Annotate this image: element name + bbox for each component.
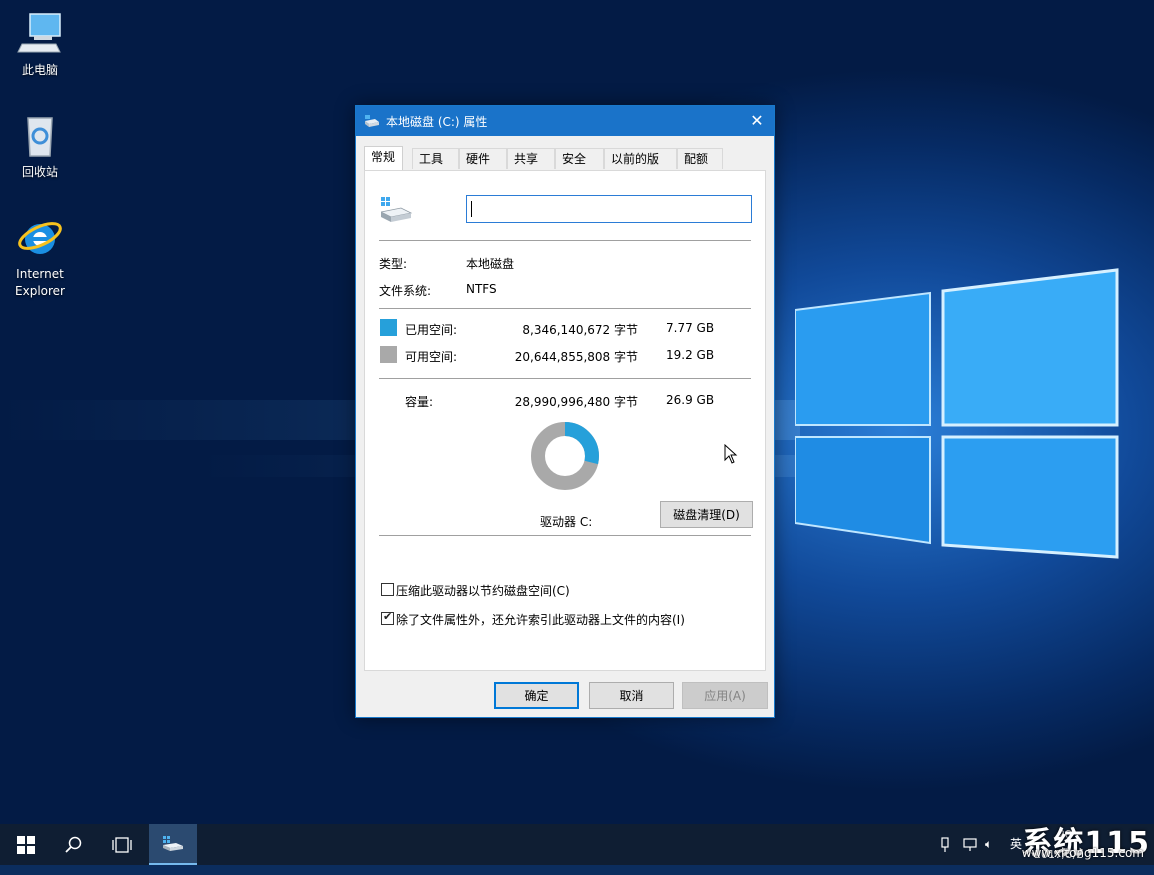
usb-icon: [941, 836, 949, 852]
search-button[interactable]: [50, 824, 98, 865]
tab-sharing[interactable]: 共享: [507, 148, 555, 169]
filesystem-label: 文件系统:: [379, 284, 432, 298]
drive-icon: [365, 115, 379, 127]
drive-icon: [163, 836, 183, 851]
desktop-icon-recycle-bin[interactable]: 回收站: [2, 112, 78, 181]
checkmark-icon: ✔: [383, 610, 393, 623]
tab-security[interactable]: 安全: [555, 148, 604, 169]
desktop-icon-label: Internet Explorer: [15, 267, 65, 298]
usb-tray-icon[interactable]: [940, 824, 954, 865]
volume-tray-icon[interactable]: 🔈︎: [985, 824, 1003, 865]
general-tab-panel: 类型: 本地磁盘 文件系统: NTFS 已用空间: 8,346,140,672 …: [364, 170, 766, 671]
divider: [379, 378, 751, 380]
usage-donut-chart: [531, 422, 599, 490]
desktop-icon-label: 回收站: [21, 165, 58, 179]
divider: [379, 308, 751, 310]
tab-hardware[interactable]: 硬件: [459, 148, 507, 169]
windows-start-icon: [17, 836, 35, 854]
used-space-bytes: 8,346,140,672 字节: [522, 323, 638, 337]
capacity-label: 容量:: [405, 395, 434, 409]
index-checkbox[interactable]: ✔: [381, 610, 394, 625]
search-icon: [65, 836, 82, 853]
taskbar-item-drive-properties[interactable]: [149, 824, 197, 865]
cancel-button[interactable]: 取消: [589, 682, 674, 709]
volume-icon: 🔈︎: [985, 837, 993, 851]
dialog-title: 本地磁盘 (C:) 属性: [386, 115, 488, 129]
free-space-label: 可用空间:: [405, 350, 458, 364]
internet-explorer-icon: [18, 222, 62, 254]
computer-icon: [17, 13, 61, 53]
start-button[interactable]: [2, 824, 50, 865]
tab-previous-versions[interactable]: 以前的版本: [604, 148, 677, 186]
mouse-cursor-icon: [724, 444, 738, 464]
desktop-icon-label: 此电脑: [21, 63, 58, 77]
desktop-icon-this-pc[interactable]: 此电脑: [2, 10, 78, 79]
tab-tools[interactable]: 工具: [412, 148, 459, 169]
capacity-size: 26.9 GB: [666, 393, 715, 407]
disk-cleanup-button[interactable]: 磁盘清理(D): [660, 501, 753, 528]
free-space-size: 19.2 GB: [666, 348, 715, 362]
task-view-button[interactable]: [98, 824, 146, 865]
network-tray-icon[interactable]: [962, 824, 980, 865]
dialog-titlebar[interactable]: 本地磁盘 (C:) 属性 ✕: [356, 106, 774, 136]
drive-name-input[interactable]: [466, 195, 752, 223]
compress-checkbox-label: 压缩此驱动器以节约磁盘空间(C): [396, 584, 570, 598]
recycle-bin-icon: [27, 117, 53, 157]
windows-logo-icon: [795, 268, 1119, 559]
capacity-bytes: 28,990,996,480 字节: [514, 395, 638, 409]
free-space-swatch: [380, 346, 397, 363]
type-value: 本地磁盘: [466, 257, 515, 271]
free-space-bytes: 20,644,855,808 字节: [514, 350, 638, 364]
used-space-swatch: [380, 319, 397, 336]
text-caret: [471, 201, 472, 217]
tab-quota[interactable]: 配额: [677, 148, 723, 169]
site-watermark-url: www.xitong115.com: [1021, 846, 1144, 860]
ok-button[interactable]: 确定: [494, 682, 579, 709]
close-button[interactable]: ✕: [740, 106, 774, 136]
taskbar: 🔈︎ 英 28 2017/5/2: [0, 824, 1154, 865]
apply-button[interactable]: 应用(A): [682, 682, 768, 709]
divider: [379, 535, 751, 537]
close-icon: ✕: [750, 111, 764, 130]
used-space-size: 7.77 GB: [666, 321, 715, 335]
drive-letter-label: 驱动器 C:: [540, 515, 593, 529]
compress-checkbox[interactable]: [381, 583, 394, 596]
drive-properties-dialog: 本地磁盘 (C:) 属性 ✕ 常规 工具 硬件 共享 安全 以前的版本 配额 类…: [355, 105, 775, 718]
desktop-icon-internet-explorer[interactable]: Internet Explorer: [2, 214, 78, 300]
filesystem-value: NTFS: [466, 282, 497, 296]
drive-large-icon: [381, 197, 413, 222]
network-icon: [963, 837, 977, 851]
used-space-label: 已用空间:: [405, 323, 458, 337]
type-label: 类型:: [379, 257, 408, 271]
task-view-icon: [112, 837, 132, 853]
tab-general[interactable]: 常规: [364, 146, 403, 170]
index-checkbox-label: 除了文件属性外，还允许索引此驱动器上文件的内容(I): [396, 613, 685, 627]
divider: [379, 240, 751, 242]
